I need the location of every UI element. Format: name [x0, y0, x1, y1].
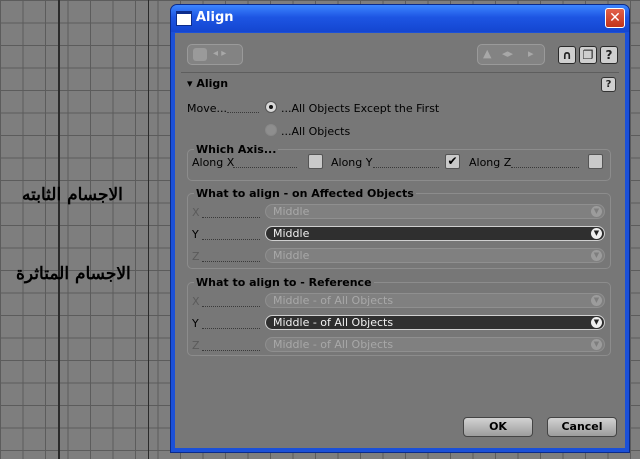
dropdown-arrow-icon: ▼ [591, 317, 602, 328]
dropdown-arrow-icon: ▼ [591, 206, 602, 217]
move-leader [227, 112, 259, 113]
collapse-icon: ▾ [187, 77, 193, 90]
arrow-buttons[interactable]: ▲ ◂▸ ▸ [477, 44, 545, 65]
double-arrow-icon: ◂▸ [502, 47, 514, 60]
affected-y-dropdown[interactable]: Middle ▼ [265, 226, 605, 241]
radio-all-except-first[interactable] [265, 101, 277, 113]
reference-y-label: Y [192, 317, 199, 330]
affected-objects-label: الاجسام المتاثرة [16, 264, 131, 284]
dropdown-arrow-icon: ▼ [591, 339, 602, 350]
along-x-checkbox[interactable] [308, 154, 323, 169]
affected-x-value: Middle [273, 205, 310, 218]
affected-x-dropdown[interactable]: Middle ▼ [265, 204, 605, 219]
along-z-label: Along Z [469, 156, 512, 169]
which-axis-group: Which Axis... [187, 143, 611, 181]
reference-x-value: Middle - of All Objects [273, 294, 394, 307]
affected-objects-title: What to align - on Affected Objects [194, 187, 416, 200]
affected-y-label: Y [192, 228, 199, 241]
affected-x-label: X [192, 206, 200, 219]
radio-all-except-first-label: ...All Objects Except the First [281, 102, 440, 115]
tool-selector[interactable]: ◂ ▸ [187, 44, 243, 65]
affected-z-value: Middle [273, 249, 310, 262]
arrows-icon: ◂ ▸ [213, 48, 227, 59]
reference-y-dropdown[interactable]: Middle - of All Objects ▼ [265, 315, 605, 330]
dropdown-arrow-icon: ▼ [591, 295, 602, 306]
close-button[interactable]: ✕ [605, 8, 625, 28]
dropdown-arrow-icon: ▼ [591, 228, 602, 239]
viewport-axis-line [58, 0, 60, 459]
window-icon [176, 11, 192, 26]
along-y-checkbox[interactable]: ✔ [445, 154, 460, 169]
affected-y-value: Middle [273, 227, 310, 240]
reference-y-value: Middle - of All Objects [273, 316, 394, 329]
reference-x-leader [202, 306, 260, 307]
reference-z-dropdown[interactable]: Middle - of All Objects ▼ [265, 337, 605, 352]
affected-z-dropdown[interactable]: Middle ▼ [265, 248, 605, 263]
along-x-label: Along X [192, 156, 235, 169]
affected-z-leader [202, 261, 260, 262]
reference-x-label: X [192, 295, 200, 308]
radio-all-objects[interactable] [265, 124, 277, 136]
dropdown-arrow-icon: ▼ [591, 250, 602, 261]
up-arrow-icon: ▲ [483, 47, 492, 60]
affected-x-leader [202, 217, 260, 218]
right-arrow-icon: ▸ [528, 47, 534, 60]
reference-z-value: Middle - of All Objects [273, 338, 394, 351]
fixed-objects-label: الاجسام الثابته [22, 185, 123, 205]
align-dialog: Align ✕ ◂ ▸ ▲ ◂▸ ▸ ∩ ❐ ? ▾ Align ? Move.… [170, 4, 630, 453]
title-bar[interactable]: Align ✕ [171, 5, 629, 32]
reference-title: What to align to - Reference [194, 276, 374, 289]
affected-z-label: Z [192, 250, 200, 263]
window-title: Align [196, 10, 234, 25]
rollout-header[interactable]: ▾ Align [187, 77, 228, 90]
along-y-label: Along Y [331, 156, 373, 169]
along-x-leader [233, 167, 297, 168]
help-icon[interactable]: ? [600, 46, 618, 64]
reference-z-leader [202, 350, 260, 351]
dialog-content: ◂ ▸ ▲ ◂▸ ▸ ∩ ❐ ? ▾ Align ? Move... ...Al… [175, 33, 625, 448]
toolbar-separator [181, 72, 619, 73]
reference-y-leader [202, 328, 260, 329]
radio-all-objects-label: ...All Objects [281, 125, 351, 138]
rollout-title: Align [196, 77, 229, 90]
affected-y-leader [202, 239, 260, 240]
wrench-icon [193, 48, 207, 61]
ok-button[interactable]: OK [463, 417, 533, 437]
copy-icon[interactable]: ❐ [579, 46, 597, 64]
cancel-button[interactable]: Cancel [547, 417, 617, 437]
viewport-axis-line [148, 0, 149, 459]
rollout-help-icon[interactable]: ? [601, 77, 616, 92]
along-y-leader [373, 167, 439, 168]
along-z-leader [511, 167, 579, 168]
reference-x-dropdown[interactable]: Middle - of All Objects ▼ [265, 293, 605, 308]
magnet-icon[interactable]: ∩ [558, 46, 576, 64]
which-axis-title: Which Axis... [194, 143, 279, 156]
reference-z-label: Z [192, 339, 200, 352]
along-z-checkbox[interactable] [588, 154, 603, 169]
move-label: Move... [187, 102, 227, 115]
